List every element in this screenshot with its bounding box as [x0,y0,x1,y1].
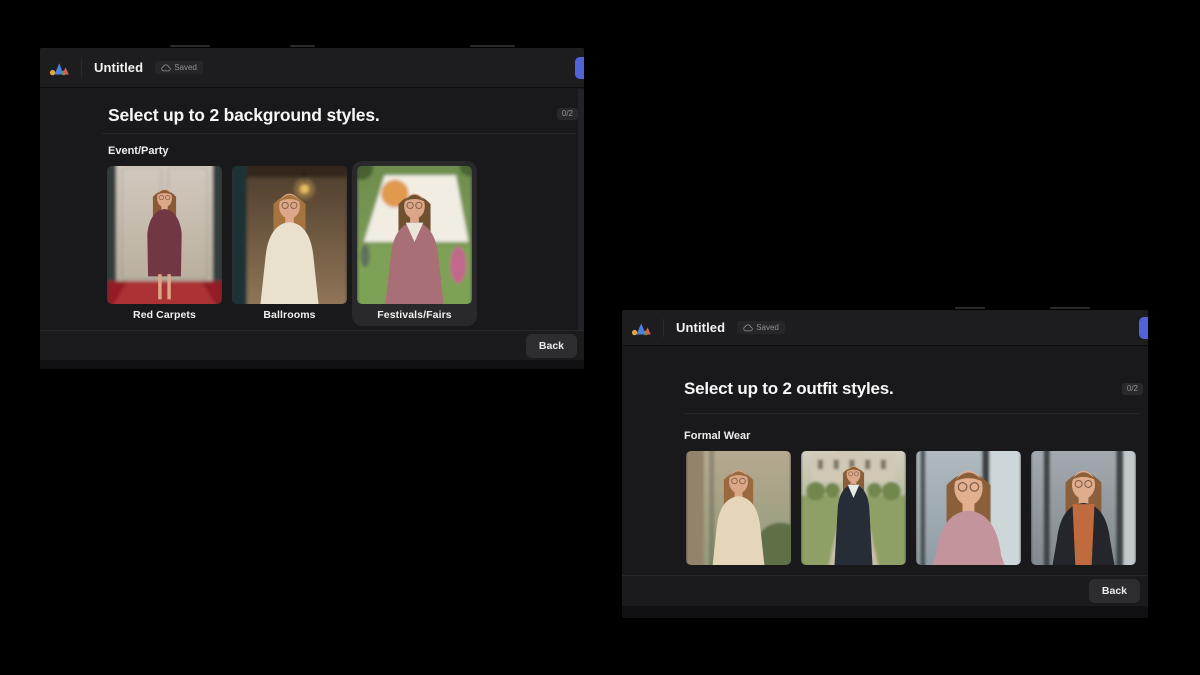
style-photo [1031,451,1136,565]
style-photo [232,166,347,304]
outfit-card-4[interactable] [1026,446,1141,570]
style-photo [107,166,222,304]
window-footer: Back [40,330,584,360]
style-photo [686,451,791,565]
heading-divider [102,133,576,134]
style-card-festivals-fairs[interactable]: Festivals/Fairs [352,161,477,326]
screenshot-crop-artifact [955,307,985,309]
style-photo [801,451,906,565]
back-button[interactable]: Back [1089,579,1140,603]
screenshot-crop-artifact [170,45,210,47]
style-card-ballrooms[interactable]: Ballrooms [227,161,352,326]
outfit-card-1[interactable] [681,446,796,570]
cropped-accent-button[interactable] [1139,317,1148,339]
style-photo [357,166,472,304]
heading-divider [684,413,1140,414]
outfit-card-2[interactable] [796,446,911,570]
project-title[interactable]: Untitled [94,60,143,75]
cloud-check-icon [743,324,753,332]
screenshot-crop-artifact [1050,307,1090,309]
outfit-card-3[interactable] [911,446,1026,570]
header-divider [81,59,82,77]
saved-status-badge: Saved [737,321,785,334]
app-logo-icon [49,59,71,77]
window-footer: Back [622,575,1148,606]
project-title[interactable]: Untitled [676,320,725,335]
window-bottom-strip [622,606,1148,618]
style-card-label: Ballrooms [232,309,347,321]
category-label: Formal Wear [684,430,750,442]
back-button[interactable]: Back [526,334,577,358]
selection-count-badge: 0/2 [1122,383,1143,395]
page-title: Select up to 2 outfit styles. [684,379,894,399]
style-card-red-carpets[interactable]: Red Carpets [102,161,227,326]
style-card-label: Red Carpets [107,309,222,321]
category-label: Event/Party [108,145,169,157]
window-bottom-strip [40,360,584,369]
screenshot-crop-artifact [290,45,315,47]
style-card-row [681,446,1141,570]
scrollbar-gutter[interactable] [578,89,584,330]
background-styles-window: Untitled Saved Select up to 2 background… [40,48,584,369]
saved-label: Saved [174,63,197,72]
saved-status-badge: Saved [155,61,203,74]
header-divider [663,319,664,337]
app-header: Untitled Saved [622,310,1148,346]
outfit-styles-window: Untitled Saved Select up to 2 outfit sty… [622,310,1148,618]
screenshot-crop-artifact [470,45,515,47]
style-card-label: Festivals/Fairs [357,309,472,321]
style-photo [916,451,1021,565]
page-title: Select up to 2 background styles. [108,105,380,126]
cropped-accent-button[interactable] [575,57,584,79]
style-card-row: Red Carpets [102,161,477,326]
desktop-background: Untitled Saved Select up to 2 background… [0,0,1200,675]
saved-label: Saved [756,323,779,332]
app-header: Untitled Saved [40,48,584,88]
cloud-check-icon [161,64,171,72]
selection-count-badge: 0/2 [557,108,578,120]
app-logo-icon [631,319,653,337]
